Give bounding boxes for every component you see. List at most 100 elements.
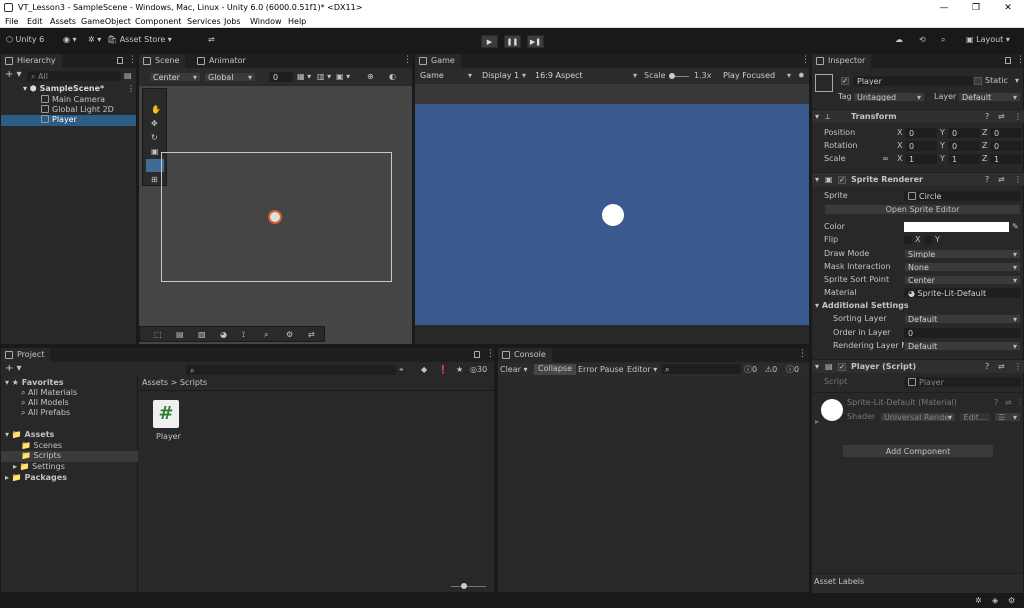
tab-console[interactable]: Console [498,348,552,362]
minimize-button[interactable]: — [929,1,959,15]
draw-mode-icon[interactable]: ◐ [389,72,396,82]
assets-foldout[interactable]: ▾ 📁 Assets [5,430,54,440]
breadcrumb-path[interactable]: Assets > Scripts [142,378,207,388]
object-name-field[interactable]: Player [853,76,973,86]
menu-help[interactable]: Help [288,17,306,26]
progress-icon[interactable]: ◈ [992,596,998,606]
menu-jobs[interactable]: Jobs [224,17,241,26]
favorite-item[interactable]: ⌕ All Models [21,398,69,408]
flip-y-checkbox[interactable] [924,236,932,244]
hierarchy-item-player[interactable]: Player [1,115,136,126]
search-icon[interactable]: ⌕ [941,35,945,45]
console-search-input[interactable]: ⌕ [661,364,741,374]
more-menu-icon[interactable]: ⋮ [801,55,810,65]
mask-interaction-dropdown[interactable]: None [904,262,1021,272]
lock-icon[interactable] [117,57,123,64]
favorites-foldout[interactable]: ▾ ★ Favorites [5,378,64,388]
cloud-settings-icon[interactable]: ✲ ▾ [88,35,101,44]
display-dropdown[interactable]: Display 1 [479,71,529,81]
move-tool-icon[interactable]: ✥ [151,119,158,129]
open-sprite-editor-button[interactable]: Open Sprite Editor [824,204,1021,215]
account-icon[interactable]: ◉ ▾ [63,35,77,44]
scene-viewport[interactable]: ✋ ✥ ↻ ▣ ⊞ ⬚ ▤ ▧ ◕ ⟟ ⌕ ⚙ ⇄ [139,86,412,344]
overlay-icon-1[interactable]: ⬚ [154,330,162,340]
transform-header[interactable]: ▾ ⟂ Transform ? ⇌ ⋮ [812,109,1024,123]
zoom-slider-thumb[interactable] [461,583,467,589]
menu-assets[interactable]: Assets [50,17,76,26]
preset-icon[interactable]: ⇌ [998,175,1005,185]
aspect-dropdown[interactable]: 16:9 Aspect [532,71,640,81]
overlay-icon-8[interactable]: ⇄ [308,330,315,340]
menu-services[interactable]: Services [187,17,221,26]
scale-slider-thumb[interactable] [669,73,675,79]
history-icon[interactable]: ⟲ [919,35,926,44]
component-menu-icon[interactable]: ⋮ [1014,175,1022,185]
rotate-tool-icon[interactable]: ↻ [151,133,158,143]
maximize-button[interactable]: ❐ [961,1,991,15]
step-button[interactable]: ▶❚ [527,35,544,48]
layer-dropdown[interactable]: Default [958,92,1021,102]
help-icon[interactable]: ? [994,398,998,408]
tab-game[interactable]: Game [415,54,461,68]
error-pause-toggle[interactable]: Error Pause [578,365,624,375]
overlay-icon-2[interactable]: ▤ [176,330,184,340]
order-in-layer-field[interactable]: 0 [904,328,1021,338]
close-button[interactable]: ✕ [993,1,1023,15]
favorite-item[interactable]: ⌕ All Materials [21,388,77,398]
rotation-z[interactable]: 0 [990,141,1022,151]
scale-y[interactable]: 1 [948,154,980,164]
component-menu-icon[interactable]: ⋮ [1016,398,1024,408]
csharp-script-icon[interactable]: # [153,400,179,428]
overlay-icon-5[interactable]: ⟟ [242,330,245,340]
rendering-layer-dropdown[interactable]: Default [904,341,1021,351]
folder-scripts[interactable]: 📁 Scripts [1,451,138,462]
hierarchy-search-input[interactable]: ⌕ All [27,71,121,81]
bug-icon[interactable]: ✲ [975,596,982,606]
layout-dropdown[interactable]: ▣ Layout ▾ [966,35,1010,44]
position-z[interactable]: 0 [990,128,1022,138]
tab-project[interactable]: Project [1,348,51,362]
menu-file[interactable]: File [5,17,18,26]
gameobject-icon[interactable] [815,74,833,92]
favorite-item[interactable]: ⌕ All Prefabs [21,408,70,418]
sorting-layer-dropdown[interactable]: Default [904,314,1021,324]
grid-toggle-icon[interactable]: ▦ ▾ [297,72,311,82]
add-object-button[interactable]: + ▾ [5,70,22,80]
tab-inspector[interactable]: Inspector [812,54,872,68]
help-icon[interactable]: ? [985,362,989,372]
help-icon[interactable]: ? [985,175,989,185]
sprite-renderer-enabled-checkbox[interactable]: ✓ [838,176,846,184]
tag-dropdown[interactable]: Untagged [853,92,925,102]
search-by-label-icon[interactable]: ◆ [421,365,427,375]
scale-z[interactable]: 1 [990,154,1022,164]
help-icon[interactable]: ? [985,112,989,122]
lock-icon[interactable] [474,351,480,358]
transform-tool-icon[interactable]: ⊞ [151,175,158,185]
pivot-dropdown[interactable]: Center [149,72,201,82]
hand-tool-icon[interactable]: ✋ [151,105,161,115]
play-button[interactable]: ▶ [481,35,498,48]
search-by-type-icon[interactable]: ⌖ [399,365,404,375]
sort-point-dropdown[interactable]: Center [904,275,1021,285]
space-dropdown[interactable]: Global [204,72,256,82]
play-mode-dropdown[interactable]: Play Focused [720,71,794,81]
script-enabled-checkbox[interactable]: ✓ [838,363,846,371]
tab-hierarchy[interactable]: Hierarchy [1,54,62,68]
overlay-icon-4[interactable]: ◕ [220,330,227,340]
snap-input[interactable]: 0 [269,72,293,82]
active-checkbox[interactable]: ✓ [841,77,849,85]
more-menu-icon[interactable]: ⋮ [1016,55,1024,65]
snap-toggle-icon[interactable]: ▥ ▾ [317,72,331,82]
create-asset-button[interactable]: + ▾ [5,364,22,374]
link-icon[interactable]: ∞ [882,154,889,164]
material-field[interactable]: ◕ Sprite-Lit-Default [904,288,1021,298]
pause-button[interactable]: ❚❚ [504,35,521,48]
asset-file-label[interactable]: Player [156,432,181,442]
menu-window[interactable]: Window [250,17,282,26]
project-search-input[interactable]: ⌕ [186,365,396,375]
additional-settings-foldout[interactable]: ▾ Additional Settings [815,301,909,311]
sprite-renderer-header[interactable]: ▾ ▣ ✓ Sprite Renderer ? ⇌ ⋮ [812,172,1024,186]
scene-root[interactable]: ▾ ⬢ SampleScene* [23,84,104,94]
sprite-field[interactable]: Circle [904,191,1021,201]
game-view[interactable] [415,104,809,325]
